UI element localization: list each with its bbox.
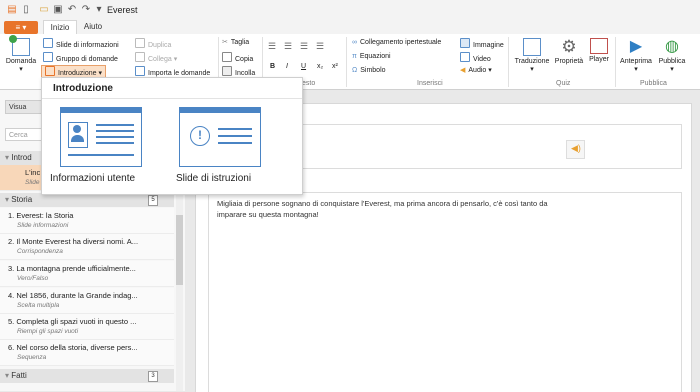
list-item[interactable]: 5. Completa gli spazi vuoti in questo ..… <box>0 314 174 340</box>
outdent-icon[interactable]: ☰ <box>316 41 324 51</box>
new-file-icon[interactable]: ▯ <box>20 4 32 16</box>
scrollbar-thumb[interactable] <box>176 215 183 285</box>
undo-icon[interactable]: ↶ <box>66 4 78 16</box>
audio-attach-button[interactable]: ◀) <box>566 140 585 159</box>
omega-icon: Ω <box>352 67 358 74</box>
group-label-pubblica: Pubblica <box>640 80 667 87</box>
player-icon <box>590 38 608 54</box>
list-item[interactable]: 3. La montagna prende ufficialmente... V… <box>0 261 174 287</box>
open-folder-icon[interactable]: ▭ <box>38 4 50 16</box>
italic-button[interactable]: I <box>286 62 288 72</box>
proprieta-button[interactable]: ⚙ Proprietà <box>553 37 585 66</box>
app-logo-icon: ▤ <box>7 4 17 15</box>
play-icon: ▶ <box>629 38 643 55</box>
link-icon <box>135 52 145 62</box>
informazioni-utente-option[interactable] <box>60 107 142 167</box>
import-icon <box>135 66 145 76</box>
immagine-button[interactable]: Immagine <box>460 38 504 51</box>
globe-icon: ◍ <box>665 38 679 55</box>
speaker-icon: ◀ <box>460 67 466 74</box>
collega-button[interactable]: Collega ▾ <box>135 52 177 65</box>
collapse-icon: ▾ <box>5 371 10 380</box>
section-count-badge: 3 <box>148 371 158 382</box>
separator <box>615 37 616 87</box>
tab-inizio[interactable]: Inizio <box>43 20 77 35</box>
introduzione-dropdown: Introduzione Informazioni utente ! Slide… <box>41 77 303 195</box>
pubblica-button[interactable]: ◍ Pubblica ▾ <box>655 38 689 73</box>
duplica-button[interactable]: Duplica <box>135 38 171 51</box>
speaker-icon: ◀) <box>571 143 581 153</box>
list-item[interactable]: 2. Il Monte Everest ha diversi nomi. A..… <box>0 234 174 260</box>
domanda-button[interactable]: Domanda ▾ <box>4 35 38 73</box>
save-icon[interactable]: ▣ <box>52 4 64 16</box>
title-bar: ▤ ▯ ▭ ▣ ↶ ↷ ▾ Everest <box>0 0 700 20</box>
slide-icon <box>43 38 53 48</box>
window-title: Everest <box>107 5 138 15</box>
copy-icon <box>222 52 232 62</box>
group-label-inserisci: Inserisci <box>417 80 443 87</box>
translate-icon <box>523 38 541 56</box>
separator <box>346 37 347 87</box>
list-item[interactable]: 6. Nel corso della storia, diverse pers.… <box>0 340 174 366</box>
superscript-button[interactable]: x² <box>332 62 338 72</box>
tab-aiuto[interactable]: Aiuto <box>80 20 106 34</box>
quick-access-menu-icon[interactable]: ▾ <box>93 4 105 16</box>
slide-istruzioni-label[interactable]: Slide di istruzioni <box>176 173 251 184</box>
group-label-testo: esto <box>302 80 316 87</box>
audio-button[interactable]: ◀ Audio ▾ <box>460 66 492 76</box>
equazioni-button[interactable]: π Equazioni <box>352 52 391 62</box>
bullet-list-icon[interactable]: ☰ <box>268 41 276 51</box>
numbered-list-icon[interactable]: ☰ <box>284 41 292 51</box>
question-slide-icon <box>9 35 30 56</box>
pi-icon: π <box>352 53 357 60</box>
duplicate-icon <box>135 38 145 48</box>
traduzione-button[interactable]: Traduzione ▾ <box>512 38 552 73</box>
gear-icon: ⚙ <box>561 37 577 56</box>
player-button[interactable]: Player <box>586 38 612 63</box>
copia-button[interactable]: Copia <box>222 52 253 65</box>
slide-info-button[interactable]: Slide di informazioni <box>43 38 119 51</box>
taglia-button[interactable]: ✂ Taglia <box>222 38 249 48</box>
underline-button[interactable]: U <box>301 62 306 72</box>
separator <box>508 37 509 87</box>
collegamento-ipertestuale-button[interactable]: ∞ Collegamento ipertestuale <box>352 38 441 48</box>
section-fatti[interactable]: ▾ Fatti 3 <box>0 369 174 383</box>
exclamation-icon: ! <box>190 126 210 146</box>
collapse-icon: ▾ <box>5 153 10 162</box>
video-icon <box>460 52 470 62</box>
anteprima-button[interactable]: ▶ Anteprima ▾ <box>618 38 654 73</box>
image-icon <box>460 38 470 48</box>
visualizza-button[interactable]: Visua <box>5 100 45 114</box>
gruppo-domande-button[interactable]: Gruppo di domande <box>43 52 118 65</box>
informazioni-utente-label[interactable]: Informazioni utente <box>50 173 135 184</box>
redo-icon[interactable]: ↷ <box>80 4 92 16</box>
video-button[interactable]: Video <box>460 52 491 65</box>
paste-icon <box>222 66 232 76</box>
file-menu-button[interactable]: ≡ ▾ <box>4 21 38 34</box>
subscript-button[interactable]: x₂ <box>317 62 323 72</box>
scissors-icon: ✂ <box>222 39 228 46</box>
user-info-icon <box>68 122 88 148</box>
list-item[interactable]: 1. Everest: la Storia Slide informazioni <box>0 208 174 234</box>
dropdown-title: Introduzione <box>53 83 113 94</box>
ribbon-tabs: ≡ ▾ Inizio Aiuto <box>0 20 700 35</box>
list-item[interactable]: 4. Nel 1856, durante la Grande indag... … <box>0 288 174 314</box>
hyperlink-icon: ∞ <box>352 39 357 46</box>
section-count-badge: 5 <box>148 195 158 206</box>
indent-icon[interactable]: ☰ <box>300 41 308 51</box>
intro-icon <box>45 66 55 76</box>
section-storia[interactable]: ▾ Storia 5 <box>0 193 174 207</box>
bold-button[interactable]: B <box>270 62 275 72</box>
simbolo-button[interactable]: Ω Simbolo <box>352 66 386 76</box>
collapse-icon: ▾ <box>5 195 10 204</box>
slide-istruzioni-option[interactable]: ! <box>179 107 261 167</box>
slide-content-text: Migliaia di persone sognano di conquista… <box>217 199 548 219</box>
group-label-quiz: Quiz <box>556 80 571 87</box>
slide-content-field[interactable]: Migliaia di persone sognano di conquista… <box>208 192 682 392</box>
group-icon <box>43 52 53 62</box>
